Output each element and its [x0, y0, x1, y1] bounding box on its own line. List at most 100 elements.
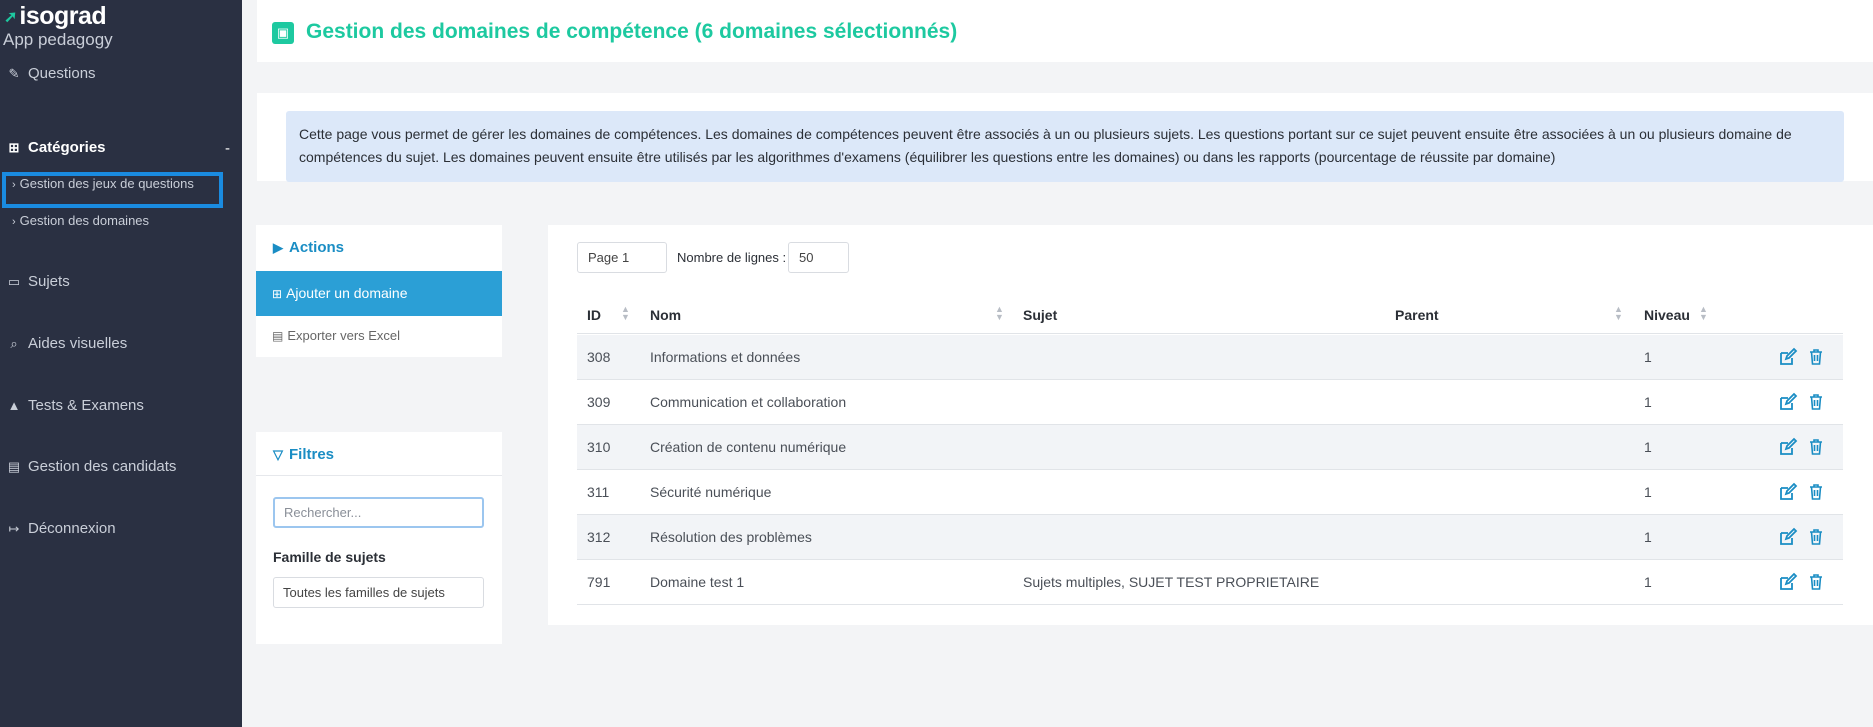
filters-header: ▽ Filtres — [256, 432, 502, 476]
sidebar-item-candidats[interactable]: ▤ Gestion des candidats — [6, 458, 177, 475]
sidebar-item-label: Questions — [28, 65, 96, 82]
sidebar-item-categories[interactable]: ⊞ Catégories — [6, 139, 106, 156]
table-row: 791 Domaine test 1 Sujets multiples, SUJET… — [577, 560, 1843, 605]
logo-text: isograd — [19, 2, 107, 30]
info-card: Cette page vous permet de gérer les doma… — [257, 93, 1873, 182]
column-header-id[interactable]: ID — [587, 307, 601, 323]
sidebar: ➚ isograd App pedagogy ✎ Questions ⊞ Cat… — [0, 0, 242, 727]
filters-title-label: Filtres — [289, 446, 335, 463]
add-domain-button[interactable]: ⊞ Ajouter un domaine — [256, 271, 502, 316]
search-icon: ⌕ — [10, 335, 18, 351]
sidebar-subitem-domains[interactable]: › Gestion des domaines — [12, 213, 149, 228]
cell-nom: Informations et données — [650, 349, 801, 365]
sidebar-item-label: Gestion des candidats — [28, 458, 177, 475]
filter-icon: ▽ — [273, 446, 283, 462]
app-name: App pedagogy — [3, 30, 113, 49]
table-row: 308 Informations et données 1 — [577, 335, 1843, 380]
column-header-sujet: Sujet — [1023, 307, 1058, 323]
edit-icon[interactable] — [1778, 527, 1798, 547]
trash-icon[interactable] — [1806, 437, 1826, 457]
sidebar-item-aides-visuelles[interactable]: ⌕ Aides visuelles — [6, 335, 127, 352]
column-header-parent[interactable]: Parent — [1395, 307, 1439, 323]
rows-per-page-input[interactable]: 50 — [788, 242, 849, 273]
cell-id: 312 — [587, 529, 611, 545]
file-excel-icon: ▤ — [272, 329, 284, 343]
actions-card: ▶ Actions ⊞ Ajouter un domaine ▤ Exporter … — [256, 225, 502, 357]
cell-id: 309 — [587, 394, 611, 410]
cell-niveau: 1 — [1644, 439, 1652, 455]
sign-out-icon: ↦ — [8, 520, 20, 536]
cell-id: 310 — [587, 439, 611, 455]
sort-icon[interactable]: ▲ ▼ — [1614, 305, 1623, 322]
cell-nom: Domaine test 1 — [650, 574, 745, 590]
add-domain-label: Ajouter un domaine — [286, 285, 408, 301]
cell-nom: Création de contenu numérique — [650, 439, 847, 455]
cell-sujet: Sujets multiples, SUJET TEST PROPRIETAIR… — [1023, 574, 1320, 590]
search-input[interactable] — [273, 497, 484, 528]
filters-card: ▽ Filtres Famille de sujets Toutes les f… — [256, 432, 502, 644]
edit-icon[interactable] — [1778, 572, 1798, 592]
sidebar-item-tests-examens[interactable]: ▲ Tests & Examens — [6, 397, 144, 414]
sort-icon[interactable]: ▲ ▼ — [1699, 305, 1708, 322]
edit-icon[interactable] — [1778, 347, 1798, 367]
cell-niveau: 1 — [1644, 484, 1652, 500]
sidebar-item-label: Tests & Examens — [28, 397, 144, 414]
info-alert: Cette page vous permet de gérer les doma… — [286, 111, 1844, 182]
sidebar-item-sujets[interactable]: ▭ Sujets — [6, 273, 70, 290]
edit-icon[interactable] — [1778, 437, 1798, 457]
sidebar-item-label: Sujets — [28, 273, 70, 290]
export-excel-label: Exporter vers Excel — [287, 328, 401, 343]
trash-icon[interactable] — [1806, 392, 1826, 412]
logo[interactable]: ➚ isograd — [4, 2, 107, 31]
table-row: 310 Création de contenu numérique 1 — [577, 425, 1843, 470]
sidebar-item-label: Catégories — [28, 139, 106, 156]
sidebar-item-questions[interactable]: ✎ Questions — [6, 65, 96, 82]
collapse-icon[interactable]: - — [225, 140, 230, 157]
cell-id: 308 — [587, 349, 611, 365]
cell-niveau: 1 — [1644, 574, 1652, 590]
rows-label: Nombre de lignes : — [677, 250, 787, 265]
edit-icon[interactable] — [1778, 482, 1798, 502]
filters-title: ▽ Filtres — [273, 446, 334, 463]
family-select[interactable]: Toutes les familles de sujets — [273, 577, 484, 608]
edit-square-icon: ✎ — [8, 65, 20, 81]
sidebar-item-label: Aides visuelles — [28, 335, 128, 352]
id-card-icon: ▤ — [7, 458, 21, 474]
logo-arrow-icon: ➚ — [4, 8, 18, 26]
cell-nom: Sécurité numérique — [650, 484, 772, 500]
column-header-nom[interactable]: Nom — [650, 307, 681, 323]
cell-id: 791 — [587, 574, 611, 590]
table-card: Page 1 Nombre de lignes : 50 ID ▲ ▼ Nom ▲… — [548, 225, 1873, 625]
trash-icon[interactable] — [1806, 572, 1826, 592]
trash-icon[interactable] — [1806, 482, 1826, 502]
trash-icon[interactable] — [1806, 527, 1826, 547]
table-row: 312 Résolution des problèmes 1 — [577, 515, 1843, 560]
header-card: ▣ Gestion des domaines de compétence (6 … — [257, 0, 1873, 62]
sort-icon[interactable]: ▲ ▼ — [995, 305, 1004, 322]
cell-nom: Résolution des problèmes — [650, 529, 812, 545]
edit-icon[interactable] — [1778, 392, 1798, 412]
export-excel-button[interactable]: ▤ Exporter vers Excel — [272, 328, 400, 343]
page-input[interactable]: Page 1 — [577, 242, 667, 273]
highlight-box — [2, 172, 223, 208]
actions-title-label: Actions — [289, 239, 345, 256]
cell-id: 311 — [587, 484, 610, 500]
cell-nom: Communication et collaboration — [650, 394, 847, 410]
column-header-niveau[interactable]: Niveau — [1644, 307, 1690, 323]
table-header: ID ▲ ▼ Nom ▲ ▼ Sujet Parent ▲ ▼ Niveau ▲ ▼ — [577, 297, 1843, 334]
sitemap-icon: ⊞ — [8, 139, 20, 155]
page-title: Gestion des domaines de compétence (6 do… — [306, 20, 958, 43]
actions-title: ▶ Actions — [273, 239, 344, 256]
table-row: 311 Sécurité numérique 1 — [577, 470, 1843, 515]
cell-niveau: 1 — [1644, 529, 1652, 545]
sidebar-subitem-label: Gestion des domaines — [19, 213, 150, 228]
sort-icon[interactable]: ▲ ▼ — [621, 305, 630, 322]
briefcase-icon: ▣ — [272, 22, 294, 44]
plus-square-icon: ⊞ — [272, 287, 283, 301]
trash-icon[interactable] — [1806, 347, 1826, 367]
play-icon: ▶ — [273, 239, 283, 255]
family-label: Famille de sujets — [273, 549, 386, 565]
sidebar-item-deconnexion[interactable]: ↦ Déconnexion — [6, 520, 116, 537]
cell-niveau: 1 — [1644, 349, 1652, 365]
graduation-cap-icon: ▲ — [7, 398, 21, 413]
